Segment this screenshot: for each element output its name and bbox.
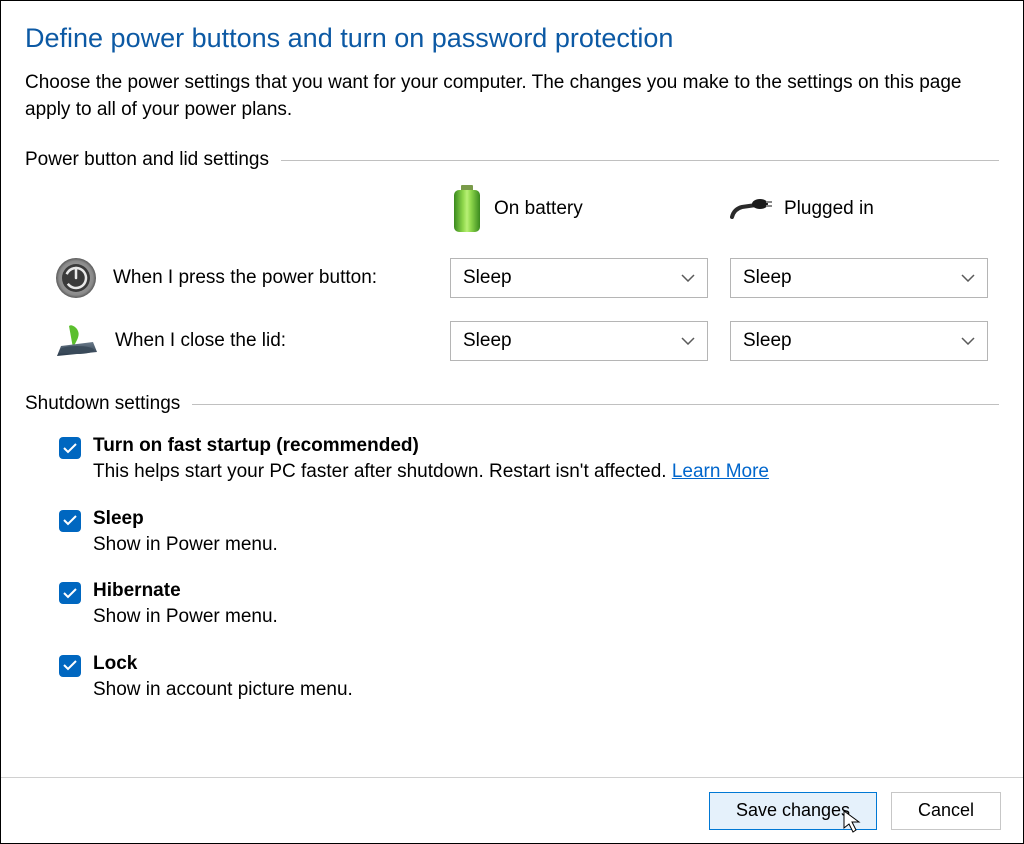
shutdown-item-lock: Lock Show in account picture menu.: [59, 653, 999, 704]
power-button-plugged-select[interactable]: Sleep: [730, 258, 988, 298]
chevron-down-icon: [681, 274, 695, 282]
power-section-header: Power button and lid settings: [25, 149, 999, 171]
shutdown-item-fast-startup: Turn on fast startup (recommended) This …: [59, 435, 999, 486]
select-value: Sleep: [743, 330, 792, 352]
hibernate-checkbox[interactable]: [59, 582, 81, 604]
lock-desc: Show in account picture menu.: [93, 677, 999, 704]
lock-checkbox[interactable]: [59, 655, 81, 677]
fast-startup-checkbox[interactable]: [59, 437, 81, 459]
select-value: Sleep: [463, 330, 512, 352]
shutdown-section-title: Shutdown settings: [25, 393, 180, 415]
column-plugged: Plugged in: [730, 197, 1010, 221]
lock-title: Lock: [93, 653, 999, 675]
laptop-lid-icon: [55, 324, 99, 358]
sleep-title: Sleep: [93, 508, 999, 530]
column-battery-label: On battery: [494, 198, 583, 220]
page-title: Define power buttons and turn on passwor…: [25, 23, 999, 54]
divider: [192, 404, 999, 405]
plug-icon: [730, 197, 774, 221]
power-section-title: Power button and lid settings: [25, 149, 269, 171]
chevron-down-icon: [961, 337, 975, 345]
select-value: Sleep: [743, 267, 792, 289]
column-plugged-label: Plugged in: [784, 198, 874, 220]
page-description: Choose the power settings that you want …: [25, 70, 999, 123]
save-changes-button[interactable]: Save changes: [709, 792, 877, 830]
chevron-down-icon: [681, 337, 695, 345]
power-button-battery-select[interactable]: Sleep: [450, 258, 708, 298]
lid-label: When I close the lid:: [115, 330, 286, 352]
fast-startup-title: Turn on fast startup (recommended): [93, 435, 999, 457]
hibernate-desc: Show in Power menu.: [93, 604, 999, 631]
cancel-button[interactable]: Cancel: [891, 792, 1001, 830]
column-battery: On battery: [450, 185, 730, 233]
sleep-desc: Show in Power menu.: [93, 532, 999, 559]
power-button-label: When I press the power button:: [113, 267, 377, 289]
shutdown-item-hibernate: Hibernate Show in Power menu.: [59, 580, 999, 631]
lid-battery-select[interactable]: Sleep: [450, 321, 708, 361]
sleep-checkbox[interactable]: [59, 510, 81, 532]
chevron-down-icon: [961, 274, 975, 282]
footer: Save changes Cancel: [1, 777, 1023, 843]
shutdown-item-sleep: Sleep Show in Power menu.: [59, 508, 999, 559]
fast-startup-desc: This helps start your PC faster after sh…: [93, 459, 999, 486]
battery-icon: [450, 185, 484, 233]
select-value: Sleep: [463, 267, 512, 289]
power-button-icon: [55, 257, 97, 299]
divider: [281, 160, 999, 161]
shutdown-section-header: Shutdown settings: [25, 393, 999, 415]
learn-more-link[interactable]: Learn More: [672, 461, 769, 482]
hibernate-title: Hibernate: [93, 580, 999, 602]
lid-plugged-select[interactable]: Sleep: [730, 321, 988, 361]
